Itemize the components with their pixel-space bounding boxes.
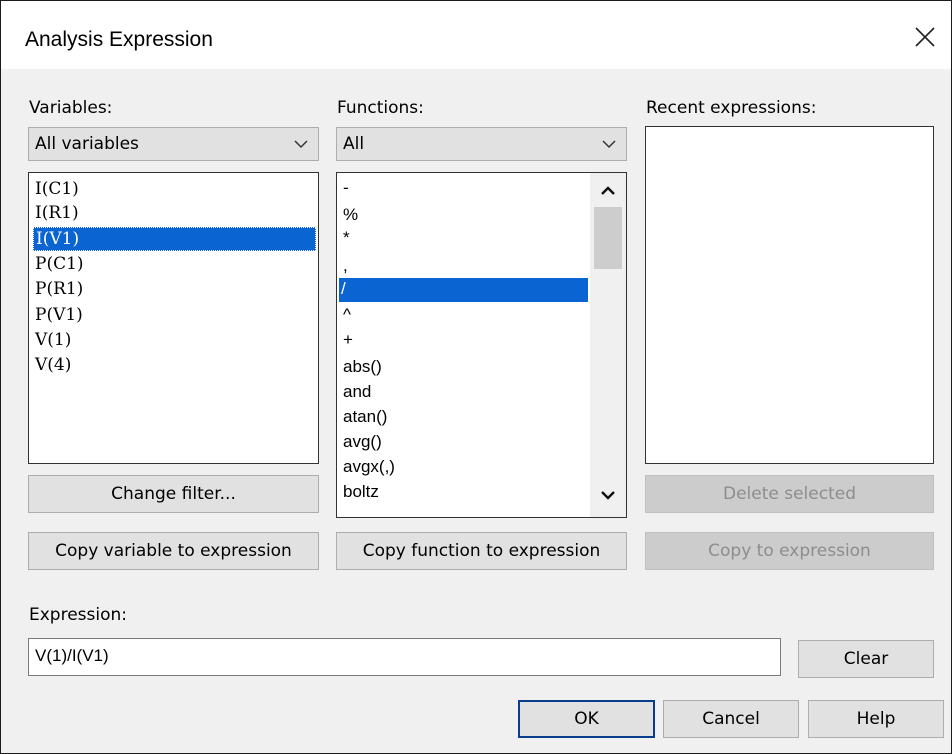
variable-item[interactable]: I(C1) [33, 178, 79, 202]
variable-item[interactable]: V(4) [33, 354, 71, 378]
copy-variable-button[interactable]: Copy variable to expression [28, 532, 319, 570]
function-item[interactable]: and [341, 381, 371, 405]
functions-scrollbar[interactable] [590, 173, 626, 517]
close-icon[interactable] [913, 25, 937, 49]
variables-list[interactable]: I(C1) I(R1) I(V1) P(C1) P(R1) P(V1) V(1)… [28, 172, 319, 464]
scroll-up-icon[interactable] [600, 185, 616, 195]
function-item[interactable]: + [341, 329, 353, 353]
ok-button[interactable]: OK [518, 700, 655, 738]
copy-function-button[interactable]: Copy function to expression [336, 532, 627, 570]
chevron-down-icon [294, 140, 308, 149]
functions-filter-select[interactable]: All [336, 127, 627, 161]
function-item[interactable]: avg() [341, 431, 382, 455]
function-item[interactable]: atan() [341, 406, 387, 430]
variable-item[interactable]: V(1) [33, 329, 71, 353]
analysis-expression-dialog: Analysis Expression Variables: All varia… [0, 0, 952, 754]
change-filter-button[interactable]: Change filter... [28, 475, 319, 513]
variable-item-selected[interactable]: I(V1) [33, 227, 316, 251]
chevron-down-icon [602, 140, 616, 149]
function-item-selected[interactable]: / [339, 278, 588, 302]
variable-item[interactable]: I(R1) [33, 202, 79, 226]
function-item[interactable]: boltz [341, 481, 379, 505]
expression-label: Expression: [29, 605, 128, 625]
scrollbar-thumb[interactable] [594, 207, 622, 269]
function-item[interactable]: % [341, 204, 358, 228]
scroll-down-icon[interactable] [600, 491, 616, 501]
function-item[interactable]: avgx(,) [341, 456, 395, 480]
copy-to-expression-button[interactable]: Copy to expression [645, 532, 934, 570]
cancel-button[interactable]: Cancel [663, 700, 799, 738]
variable-item[interactable]: P(V1) [33, 304, 83, 328]
delete-selected-button[interactable]: Delete selected [645, 475, 934, 513]
function-item[interactable]: ^ [341, 304, 351, 328]
variables-filter-select[interactable]: All variables [28, 127, 319, 161]
functions-filter-value: All [343, 134, 365, 154]
functions-label: Functions: [337, 98, 424, 118]
variables-filter-value: All variables [35, 134, 139, 154]
recent-expressions-list[interactable] [645, 126, 934, 464]
dialog-title: Analysis Expression [25, 28, 213, 51]
title-bar: Analysis Expression [1, 1, 951, 69]
function-item[interactable]: - [341, 177, 349, 201]
clear-button[interactable]: Clear [798, 640, 934, 678]
functions-list[interactable]: - % * , / ^ + abs() and atan() avg() avg… [336, 172, 627, 518]
function-item[interactable]: , [341, 255, 348, 279]
recent-expressions-label: Recent expressions: [646, 98, 817, 118]
function-item[interactable]: * [341, 227, 350, 251]
function-item[interactable]: abs() [341, 356, 382, 380]
variable-item[interactable]: P(C1) [33, 253, 84, 277]
variables-label: Variables: [29, 98, 113, 118]
help-button[interactable]: Help [808, 700, 944, 738]
expression-input[interactable]: V(1)/I(V1) [28, 638, 781, 676]
variable-item[interactable]: P(R1) [33, 278, 83, 302]
